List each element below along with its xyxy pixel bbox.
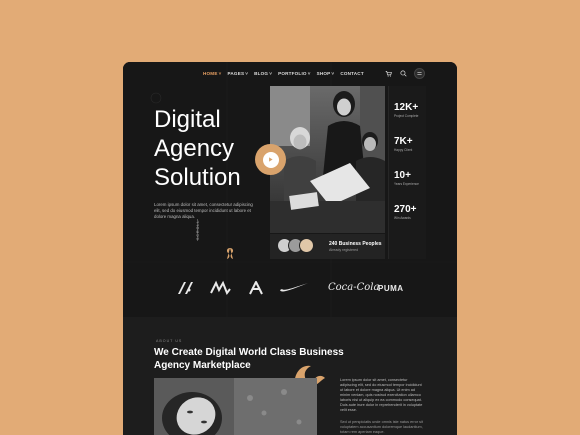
stat-value: 12K+ — [394, 102, 419, 113]
woman-portrait-photo — [154, 378, 317, 435]
nike-logo-icon — [280, 283, 308, 292]
about-paragraph-secondary: Sed ut perspiciatis unde omnis iste natu… — [340, 420, 423, 434]
stats-panel: 12K+ Project Complete 7K+ Happy Client 1… — [388, 86, 426, 259]
business-people-card: 240 Business Peoples Already registered — [270, 234, 385, 259]
chevron-down-icon: ˅ — [269, 71, 273, 76]
hero-title-line: Digital — [154, 106, 221, 133]
puma-logo: PUMA — [378, 284, 404, 293]
hero-description: Lorem ipsum dolor sit amet, consectetur … — [154, 202, 253, 219]
team-meeting-image — [270, 86, 385, 233]
stat-value: 270+ — [394, 204, 417, 215]
people-subtitle: Already registered — [329, 248, 359, 252]
menu-icon[interactable] — [414, 68, 425, 79]
people-count: 240 Business Peoples — [329, 241, 382, 247]
stat-item: 12K+ Project Complete — [394, 102, 418, 118]
decorative-knot-icon — [226, 248, 234, 259]
nav-item-contact[interactable]: CONTACT — [340, 71, 364, 76]
play-video-button[interactable] — [255, 144, 286, 175]
nav-item-home[interactable]: HOME — [203, 71, 218, 76]
hero-title-line: Solution — [154, 164, 241, 191]
section-tag: ABOUT US — [156, 339, 183, 343]
stat-label: Happy Client — [394, 148, 413, 152]
logo-mark-2-icon — [210, 280, 231, 296]
play-icon — [262, 151, 279, 168]
scroll-indicator[interactable]: SCROLL — [196, 220, 200, 240]
search-icon[interactable] — [399, 69, 408, 78]
chevron-down-icon: ˅ — [331, 71, 335, 76]
website-mockup: HOME ˅ PAGES ˅ BLOG ˅ PORTFOLIO ˅ SHOP ˅ CONTACT D… — [123, 62, 457, 435]
stat-item: 7K+ Happy Client — [394, 136, 413, 152]
logo-mark-3-icon — [249, 281, 263, 295]
hero-title-line: Agency — [154, 135, 235, 162]
nav-item-portfolio[interactable]: PORTFOLIO — [278, 71, 307, 76]
brand-logos-row: Coca-Cola PUMA — [176, 280, 406, 298]
stat-label: Win Awards — [394, 216, 411, 220]
about-portrait-image — [154, 378, 317, 435]
stat-label: Years Experience — [394, 182, 419, 186]
coca-cola-logo: Coca-Cola — [328, 282, 380, 293]
chevron-down-icon: ˅ — [245, 71, 249, 76]
stat-item: 10+ Years Experience — [394, 170, 419, 186]
avatar — [299, 238, 314, 253]
hero-team-photo — [270, 86, 385, 233]
avatar-group — [277, 238, 314, 253]
nav-actions — [384, 68, 425, 79]
chevron-down-icon: ˅ — [218, 71, 222, 76]
stat-value: 10+ — [394, 170, 411, 181]
chevron-down-icon: ˅ — [307, 71, 311, 76]
nav-item-blog[interactable]: BLOG — [254, 71, 268, 76]
hero-title: Digital Agency Solution — [154, 105, 264, 192]
nav-item-pages[interactable]: PAGES — [227, 71, 244, 76]
about-paragraph: Lorem ipsum dolor sit amet, consectetur … — [340, 378, 423, 412]
stat-value: 7K+ — [394, 136, 413, 147]
logo-mark-1-icon — [178, 282, 193, 294]
main-nav: HOME ˅ PAGES ˅ BLOG ˅ PORTFOLIO ˅ SHOP ˅ CONTACT — [203, 71, 364, 76]
stat-item: 270+ Win Awards — [394, 204, 417, 220]
stat-label: Project Complete — [394, 114, 419, 118]
nav-item-shop[interactable]: SHOP — [317, 71, 331, 76]
cart-icon[interactable] — [384, 69, 393, 78]
